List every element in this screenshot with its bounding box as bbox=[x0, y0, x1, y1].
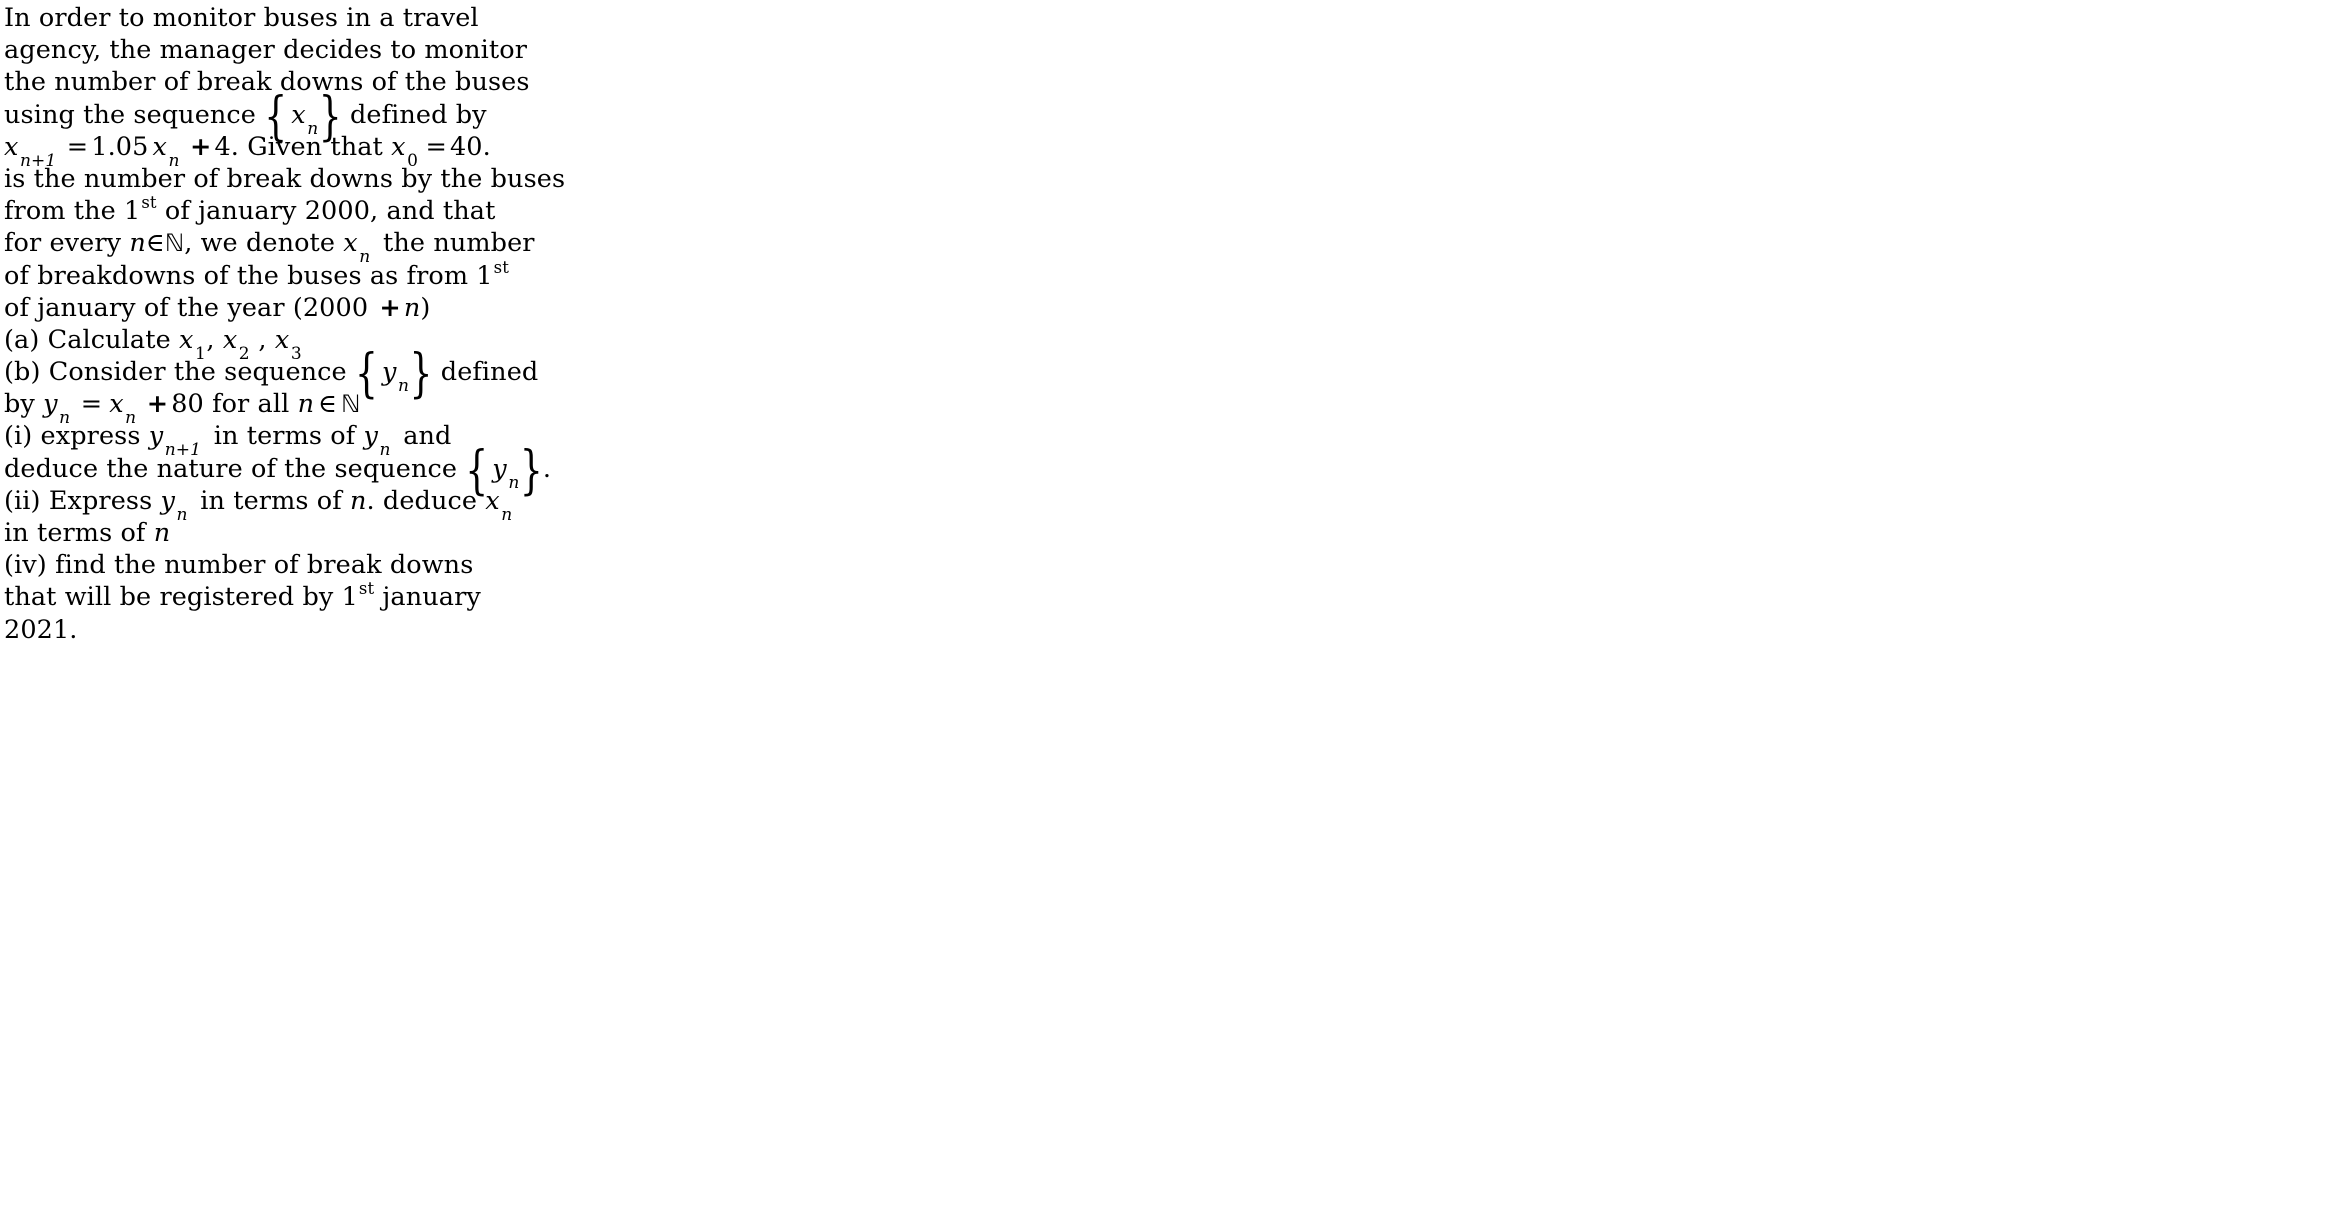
index-variable: n bbox=[297, 389, 315, 420]
offset-value: 80 bbox=[171, 389, 204, 420]
line-suffix: . bbox=[542, 453, 552, 484]
line-prefix: deduce the nature of the sequence bbox=[4, 453, 466, 484]
sequence-variable: x bbox=[291, 99, 306, 130]
line-prefix: in terms of bbox=[4, 518, 154, 548]
line-middle: in terms of bbox=[205, 421, 364, 452]
x-variable: x bbox=[109, 389, 124, 420]
line-suffix: january bbox=[374, 582, 481, 613]
line-suffix: ) bbox=[420, 292, 431, 323]
y-definition-line: by yn = xn +80 for all n ∈ ℕ bbox=[4, 388, 1504, 428]
term-variable-3: x bbox=[274, 324, 290, 355]
equals-sign: = bbox=[80, 389, 103, 420]
index-variable: n bbox=[129, 228, 146, 259]
line-suffix: defined bbox=[432, 357, 539, 388]
rhs-variable: x bbox=[152, 131, 167, 162]
question-b-i-line: (i) express yn+1 in terms of yn and bbox=[4, 420, 1504, 460]
definition-line: for every n∈ℕ, we denote xn the number bbox=[4, 227, 1504, 267]
index-variable: n bbox=[153, 518, 171, 548]
line-prefix: of breakdowns of the buses as from 1 bbox=[4, 260, 493, 291]
constant-term: 4 bbox=[214, 131, 231, 162]
line-prefix: (b) Consider the sequence bbox=[4, 357, 355, 388]
line-middle: for all bbox=[203, 389, 298, 420]
plus-sign: + bbox=[190, 131, 212, 162]
sequence-variable: y bbox=[381, 357, 397, 388]
line-middle: in terms of bbox=[192, 485, 350, 516]
text-line: 2021. bbox=[4, 614, 1504, 646]
line-prefix: (a) Calculate bbox=[4, 324, 179, 355]
date-reference-line-2: of breakdowns of the buses as from 1st bbox=[4, 257, 1504, 292]
equals-sign: = bbox=[66, 131, 89, 162]
initial-term-value: 40. bbox=[449, 131, 491, 162]
equation-tail-text: . Given that bbox=[230, 131, 392, 162]
line-text: 2021. bbox=[4, 614, 78, 645]
y-variable: y bbox=[43, 389, 58, 420]
sequence-variable: y bbox=[492, 453, 507, 484]
deduce-nature-line: deduce the nature of the sequence {yn}. bbox=[4, 441, 552, 501]
line-middle-2: . deduce bbox=[366, 485, 486, 516]
text-line: In order to monitor buses in a travel bbox=[4, 2, 1504, 34]
question-b-ii-line: (ii) Express yn in terms of n. deduce xn bbox=[4, 485, 1504, 525]
text-line: agency, the manager decides to monitor bbox=[4, 34, 1504, 66]
date-reference-line-3: that will be registered by 1st january bbox=[4, 579, 1504, 613]
line-prefix: using the sequence bbox=[4, 99, 265, 130]
term-variable: x bbox=[343, 228, 358, 259]
text-line: is the number of break downs by the buse… bbox=[4, 163, 1504, 195]
element-of-icon: ∈ bbox=[318, 389, 338, 420]
x-variable: x bbox=[485, 485, 500, 516]
plus-sign: + bbox=[379, 292, 401, 323]
year-expression-line: of january of the year (2000 + n) bbox=[4, 292, 1504, 324]
term-variable-1: x bbox=[178, 324, 194, 355]
line-prefix: (i) express bbox=[4, 421, 149, 452]
problem-statement: In order to monitor buses in a travel ag… bbox=[4, 2, 1504, 646]
element-of-icon: ∈ bbox=[145, 228, 165, 259]
separator-2: , bbox=[250, 324, 275, 355]
term-variable-2: x bbox=[222, 324, 238, 355]
line-prefix: for every bbox=[4, 228, 130, 259]
line-prefix: of january of the year (2000 bbox=[4, 292, 377, 323]
y-variable: y bbox=[363, 421, 378, 452]
coefficient: 1.05 bbox=[91, 131, 149, 162]
in-terms-of-n-line: in terms of n bbox=[4, 517, 1504, 549]
line-suffix: the number bbox=[374, 228, 535, 259]
text-line: the number of break downs of the buses bbox=[4, 66, 1504, 98]
question-b-line: (b) Consider the sequence {yn} defined bbox=[4, 344, 539, 405]
equals-sign-2: = bbox=[425, 131, 447, 162]
separator-1: , bbox=[206, 324, 223, 355]
recurrence-equation-line: xn+1 = 1.05 xn +4. Given that x0 = 40. bbox=[4, 131, 1504, 171]
line-suffix: of january 2000, and that bbox=[156, 196, 496, 227]
y-variable: y bbox=[160, 485, 176, 516]
sequence-definition-line: using the sequence {xn} defined by bbox=[4, 87, 487, 147]
plus-sign: + bbox=[146, 389, 169, 420]
index-variable: n bbox=[349, 485, 367, 516]
question-b-iv-line: (iv) find the number of break downs bbox=[4, 549, 1504, 581]
page-canvas: In order to monitor buses in a travel ag… bbox=[0, 0, 2344, 1228]
line-suffix: defined by bbox=[341, 99, 487, 130]
line-text: In order to monitor buses in a travel bbox=[4, 3, 479, 33]
line-prefix: from the 1 bbox=[4, 196, 141, 227]
line-prefix: that will be registered by 1 bbox=[4, 582, 358, 613]
y-next-variable: y bbox=[148, 421, 164, 452]
ordinal-suffix: st bbox=[141, 193, 157, 213]
index-variable: n bbox=[403, 292, 421, 323]
line-text: agency, the manager decides to monitor bbox=[4, 35, 528, 66]
natural-numbers-icon: ℕ bbox=[341, 390, 361, 419]
line-suffix: and bbox=[395, 421, 452, 452]
initial-term-variable: x bbox=[391, 131, 406, 162]
ordinal-suffix: st bbox=[358, 579, 375, 599]
line-middle: , we denote bbox=[184, 228, 344, 259]
line-text: is the number of break downs by the buse… bbox=[4, 163, 566, 194]
line-prefix: (ii) Express bbox=[4, 485, 161, 516]
ordinal-suffix: st bbox=[493, 257, 509, 277]
lhs-variable: x bbox=[4, 131, 19, 162]
date-reference-line: from the 1st of january 2000, and that bbox=[4, 193, 1504, 227]
line-text: (iv) find the number of break downs bbox=[4, 550, 474, 581]
question-a-line: (a) Calculate x1, x2 , x3 bbox=[4, 324, 1504, 364]
natural-numbers-icon: ℕ bbox=[164, 229, 185, 258]
line-prefix: by bbox=[4, 389, 44, 420]
